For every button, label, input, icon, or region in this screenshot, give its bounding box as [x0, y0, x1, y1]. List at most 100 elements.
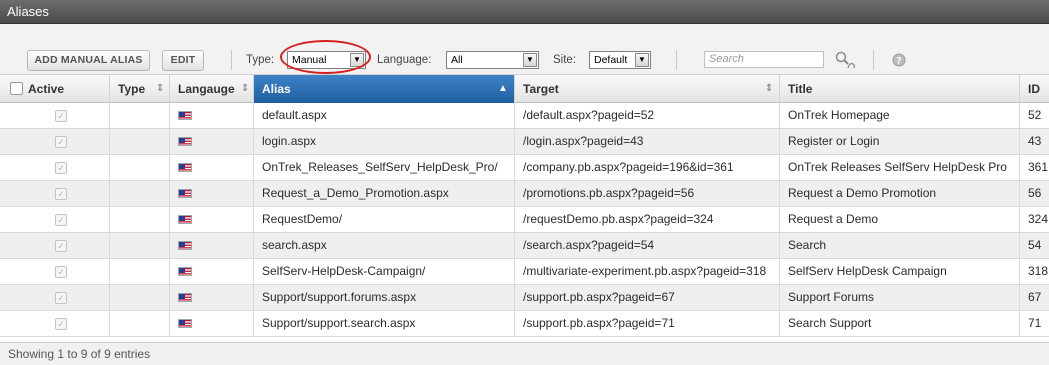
column-header-active-label: Active: [28, 82, 65, 96]
alias-cell: default.aspx: [254, 103, 515, 128]
active-checkbox[interactable]: ✓: [55, 318, 67, 330]
target-cell: /company.pb.aspx?pageid=196&id=361: [515, 155, 780, 180]
add-manual-alias-button[interactable]: ADD MANUAL ALIAS: [27, 50, 150, 71]
active-cell: ✓: [0, 311, 110, 336]
title-cell: Search: [780, 233, 1020, 258]
column-header-target[interactable]: Target ⇕: [515, 75, 780, 103]
us-flag-icon: [178, 163, 192, 172]
search-input[interactable]: Search: [704, 51, 824, 68]
active-cell: ✓: [0, 129, 110, 154]
column-header-title[interactable]: Title: [780, 75, 1020, 103]
language-select[interactable]: All ▼: [446, 51, 539, 69]
title-cell: Register or Login: [780, 129, 1020, 154]
title-cell: Request a Demo: [780, 207, 1020, 232]
active-checkbox[interactable]: ✓: [55, 214, 67, 226]
table-row[interactable]: ✓ RequestDemo//requestDemo.pb.aspx?pageid…: [0, 207, 1049, 233]
site-select[interactable]: Default ▼: [589, 51, 651, 69]
language-cell: [170, 311, 254, 336]
table-row[interactable]: ✓ search.aspx/search.aspx?pageid=54 Search…: [0, 233, 1049, 259]
column-header-language-label: Langauge: [178, 82, 235, 96]
search-icon[interactable]: [833, 50, 857, 70]
column-header-title-label: Title: [788, 82, 813, 96]
column-header-language[interactable]: Langauge ⇕: [170, 75, 254, 103]
active-checkbox[interactable]: ✓: [55, 188, 67, 200]
id-cell: 52: [1028, 108, 1042, 122]
target-cell: /search.aspx?pageid=54: [515, 233, 780, 258]
id-cell: 56: [1028, 186, 1042, 200]
language-cell: [170, 207, 254, 232]
column-header-type[interactable]: Type ⇕: [110, 75, 170, 103]
alias-cell: OnTrek_Releases_SelfServ_HelpDesk_Pro/: [254, 155, 515, 180]
chevron-down-icon: ▼: [523, 53, 537, 67]
chevron-down-icon: ▼: [635, 53, 649, 67]
title-cell: OnTrek Homepage: [780, 103, 1020, 128]
active-cell: ✓: [0, 181, 110, 206]
table-row[interactable]: ✓ Request_a_Demo_Promotion.aspx/promotion…: [0, 181, 1049, 207]
id-cell: 324: [1028, 212, 1049, 226]
id-cell: 361: [1028, 160, 1049, 174]
language-cell: [170, 155, 254, 180]
type-cell: [110, 155, 170, 180]
active-checkbox[interactable]: ✓: [55, 110, 67, 122]
table-row[interactable]: ✓ Support/support.forums.aspx/support.pb.…: [0, 285, 1049, 311]
table-row[interactable]: ✓ SelfServ-HelpDesk-Campaign//multivariat…: [0, 259, 1049, 285]
edit-button[interactable]: EDIT: [162, 50, 204, 71]
us-flag-icon: [178, 267, 192, 276]
alias-cell: RequestDemo/: [254, 207, 515, 232]
table-row[interactable]: ✓ Support/support.search.aspx/support.pb.…: [0, 311, 1049, 337]
title-cell: SelfServ HelpDesk Campaign: [780, 259, 1020, 284]
active-checkbox[interactable]: ✓: [55, 136, 67, 148]
svg-text:?: ?: [896, 57, 901, 67]
type-cell: [110, 181, 170, 206]
language-cell: [170, 129, 254, 154]
id-cell: 71: [1028, 316, 1042, 330]
sort-icon: ⇕: [156, 83, 165, 94]
table-header: Active Type ⇕ Langauge ⇕ Alias ▲ Target …: [0, 75, 1049, 103]
table-row[interactable]: ✓ default.aspx/default.aspx?pageid=52 OnTr…: [0, 103, 1049, 129]
us-flag-icon: [178, 111, 192, 120]
table-row[interactable]: ✓ OnTrek_Releases_SelfServ_HelpDesk_Pro//…: [0, 155, 1049, 181]
target-cell: /requestDemo.pb.aspx?pageid=324: [515, 207, 780, 232]
sort-icon: ⇕: [241, 83, 250, 94]
title-cell: OnTrek Releases SelfServ HelpDesk Pro: [780, 155, 1020, 180]
us-flag-icon: [178, 137, 192, 146]
target-cell: /multivariate-experiment.pb.aspx?pageid=…: [515, 259, 780, 284]
active-cell: ✓: [0, 233, 110, 258]
table-row[interactable]: ✓ login.aspx/login.aspx?pageid=43 Register…: [0, 129, 1049, 155]
column-header-active[interactable]: Active: [0, 75, 110, 103]
column-header-type-label: Type: [118, 82, 146, 96]
target-cell: /default.aspx?pageid=52: [515, 103, 780, 128]
alias-cell: SelfServ-HelpDesk-Campaign/: [254, 259, 515, 284]
site-label: Site:: [553, 54, 577, 66]
us-flag-icon: [178, 189, 192, 198]
id-cell: 67: [1028, 290, 1042, 304]
alias-cell: Request_a_Demo_Promotion.aspx: [254, 181, 515, 206]
alias-cell: Support/support.search.aspx: [254, 311, 515, 336]
window-title: Aliases: [0, 0, 1049, 24]
toolbar-divider: [231, 50, 232, 70]
column-header-target-label: Target: [523, 82, 559, 96]
language-select-value: All: [451, 54, 463, 66]
target-cell: /login.aspx?pageid=43: [515, 129, 780, 154]
target-cell: /promotions.pb.aspx?pageid=56: [515, 181, 780, 206]
type-cell: [110, 285, 170, 310]
highlight-annotation: [280, 40, 371, 74]
title-cell: Search Support: [780, 311, 1020, 336]
help-icon[interactable]: ?: [892, 53, 906, 67]
type-cell: [110, 259, 170, 284]
language-cell: [170, 259, 254, 284]
language-cell: [170, 233, 254, 258]
alias-cell: login.aspx: [254, 129, 515, 154]
select-all-checkbox[interactable]: [10, 82, 23, 95]
language-label: Language:: [377, 54, 432, 66]
language-cell: [170, 181, 254, 206]
active-checkbox[interactable]: ✓: [55, 292, 67, 304]
toolbar-divider: [873, 50, 874, 70]
column-header-id[interactable]: ID: [1020, 75, 1049, 103]
active-checkbox[interactable]: ✓: [55, 240, 67, 252]
active-checkbox[interactable]: ✓: [55, 162, 67, 174]
type-cell: [110, 311, 170, 336]
column-header-id-label: ID: [1028, 82, 1040, 96]
active-checkbox[interactable]: ✓: [55, 266, 67, 278]
column-header-alias[interactable]: Alias ▲: [254, 75, 515, 103]
